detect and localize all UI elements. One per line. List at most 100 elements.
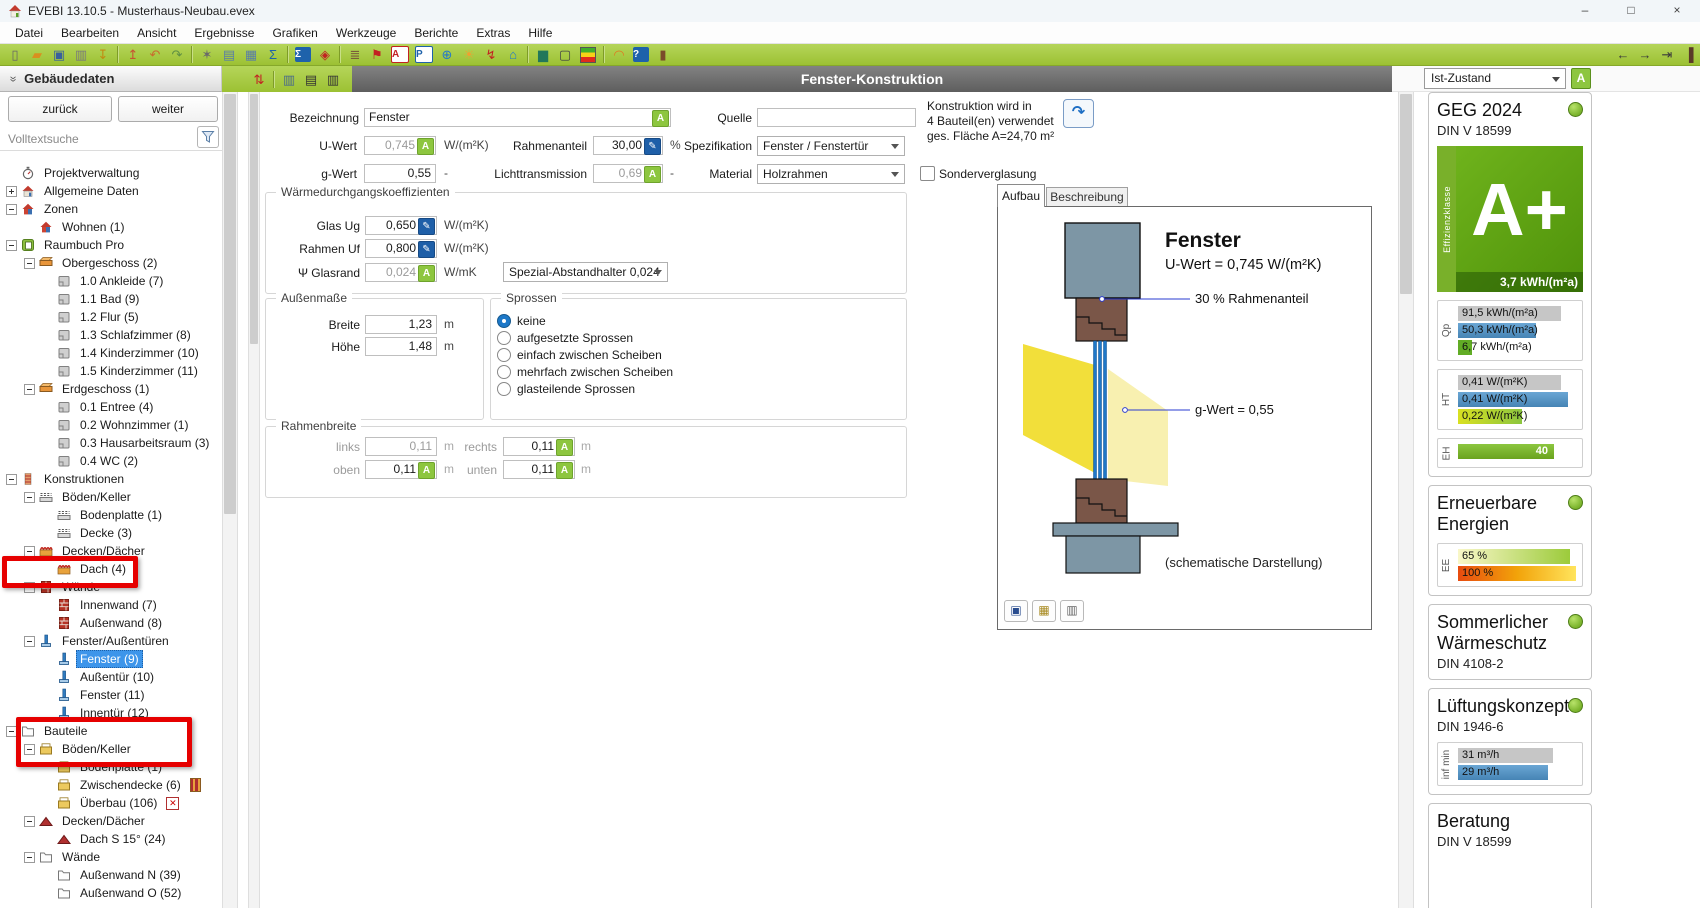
- sprossen-option-einfach-zwischen-scheiben[interactable]: einfach zwischen Scheiben: [491, 346, 906, 363]
- globe-icon[interactable]: ⊕: [436, 45, 458, 64]
- tree-item-1-1-bad-9[interactable]: 1.1 Bad (9): [0, 290, 222, 308]
- tree-item-raumbuch-pro[interactable]: Raumbuch Pro: [0, 236, 222, 254]
- copy-clipboard-button[interactable]: ▦: [1032, 600, 1056, 622]
- tree-item-erdgeschoss-1[interactable]: Erdgeschoss (1): [0, 380, 222, 398]
- tree-item-label[interactable]: Böden/Keller: [58, 740, 135, 758]
- tree-item-label[interactable]: Überbau (106): [76, 794, 161, 812]
- statistics-icon[interactable]: ▆: [532, 45, 554, 64]
- tree-item-label[interactable]: Bodenplatte (1): [76, 506, 166, 524]
- tree-item-label[interactable]: Erdgeschoss (1): [58, 380, 153, 398]
- auto-badge-icon[interactable]: A: [556, 462, 573, 479]
- tree-item-innenwand-7[interactable]: Innenwand (7): [0, 596, 222, 614]
- next-button[interactable]: weiter: [118, 96, 218, 122]
- tree-item-decken-dächer[interactable]: Decken/Dächer: [0, 542, 222, 560]
- door-icon[interactable]: ▮: [652, 45, 674, 64]
- tree-item-wände[interactable]: Wände: [0, 578, 222, 596]
- tree-item-label[interactable]: Decken/Dächer: [58, 812, 149, 830]
- tree-item-böden-keller[interactable]: Böden/Keller: [0, 488, 222, 506]
- table-icon[interactable]: ▦: [240, 45, 262, 64]
- areas-icon[interactable]: A: [391, 46, 409, 63]
- lightning-icon[interactable]: ↯: [480, 45, 502, 64]
- tree-item-label[interactable]: Innenwand (7): [76, 596, 161, 614]
- collapse-icon[interactable]: [24, 492, 35, 503]
- report-icon[interactable]: ▤: [218, 45, 240, 64]
- collapse-icon[interactable]: [24, 258, 35, 269]
- collapse-icon[interactable]: [24, 582, 35, 593]
- tree-item-label[interactable]: Obergeschoss (2): [58, 254, 161, 272]
- menu-ergebnisse[interactable]: Ergebnisse: [185, 22, 263, 44]
- menu-ansicht[interactable]: Ansicht: [128, 22, 185, 44]
- form-scrollbar[interactable]: [248, 92, 260, 908]
- collapse-icon[interactable]: [24, 852, 35, 863]
- tree-item-1-3-schlafzimmer-8[interactable]: 1.3 Schlafzimmer (8): [0, 326, 222, 344]
- auto-badge-icon[interactable]: A: [417, 138, 434, 155]
- tree-item-label[interactable]: Projektverwaltung: [40, 164, 143, 182]
- tree-item-wohnen-1[interactable]: Wohnen (1): [0, 218, 222, 236]
- redo-icon[interactable]: ↷: [166, 45, 188, 64]
- tree-item-label[interactable]: Fenster (9): [76, 650, 143, 668]
- tree-item-label[interactable]: 1.5 Kinderzimmer (11): [76, 362, 202, 380]
- tree-item-wände[interactable]: Wände: [0, 848, 222, 866]
- tree-item-zwischendecke-6[interactable]: Zwischendecke (6): [0, 776, 222, 794]
- tree-item-0-4-wc-2[interactable]: 0.4 WC (2): [0, 452, 222, 470]
- collapse-icon[interactable]: [6, 204, 17, 215]
- copy-construction-icon[interactable]: ▥: [278, 70, 300, 89]
- tree-item-label[interactable]: 0.1 Entree (4): [76, 398, 157, 416]
- sun-icon[interactable]: ☀: [458, 45, 480, 64]
- sonderverglasung-checkbox[interactable]: [920, 166, 935, 181]
- tree-item-1-4-kinderzimmer-10[interactable]: 1.4 Kinderzimmer (10): [0, 344, 222, 362]
- collapse-icon[interactable]: [24, 744, 35, 755]
- sidebar-scrollbar[interactable]: [222, 92, 238, 908]
- tree-item-label[interactable]: Raumbuch Pro: [40, 236, 128, 254]
- sum-alt-icon[interactable]: Σ: [295, 47, 311, 62]
- sprossen-option-glasteilende-sprossen[interactable]: glasteilende Sprossen: [491, 380, 906, 397]
- tree-item-innentür-12[interactable]: Innentür (12): [0, 704, 222, 722]
- save-image-button[interactable]: ▣: [1004, 600, 1028, 622]
- tree-item-projektverwaltung[interactable]: Projektverwaltung: [0, 164, 222, 182]
- tree-item-label[interactable]: Böden/Keller: [58, 488, 135, 506]
- new-file-icon[interactable]: ▯: [4, 45, 26, 64]
- copy-icon[interactable]: ▥: [70, 45, 92, 64]
- tree-item-label[interactable]: Decken/Dächer: [58, 542, 149, 560]
- rechts-input[interactable]: 0,11 A: [503, 437, 575, 456]
- forward-icon[interactable]: →: [1634, 45, 1656, 64]
- tree-item-fenster-11[interactable]: Fenster (11): [0, 686, 222, 704]
- menu-hilfe[interactable]: Hilfe: [519, 22, 561, 44]
- house-economy-icon[interactable]: ⌂: [502, 45, 524, 64]
- tree-item-label[interactable]: Außenwand N (39): [76, 866, 185, 884]
- tree-item-label[interactable]: 1.2 Flur (5): [76, 308, 143, 326]
- menu-bearbeiten[interactable]: Bearbeiten: [52, 22, 128, 44]
- print-list-icon[interactable]: ▤: [300, 70, 322, 89]
- flag-icon[interactable]: ⚑: [366, 45, 388, 64]
- breite-input[interactable]: 1,23: [365, 315, 437, 334]
- auto-badge-icon[interactable]: A: [418, 265, 435, 282]
- main-scrollbar[interactable]: [1398, 92, 1414, 908]
- plan-icon[interactable]: P: [415, 46, 433, 63]
- sprossen-option-mehrfach-zwischen-scheiben[interactable]: mehrfach zwischen Scheiben: [491, 363, 906, 380]
- tree-item-label[interactable]: 0.4 WC (2): [76, 452, 142, 470]
- tree-item-bauteile[interactable]: Bauteile: [0, 722, 222, 740]
- tree-item-label[interactable]: Decke (3): [76, 524, 136, 542]
- tab-beschreibung[interactable]: Beschreibung: [1046, 187, 1128, 207]
- sprossen-option-keine[interactable]: keine: [491, 312, 906, 329]
- back-button[interactable]: zurück: [8, 96, 112, 122]
- tab-aufbau[interactable]: Aufbau: [997, 184, 1045, 207]
- tree-item-label[interactable]: Zwischendecke (6): [76, 776, 185, 794]
- tree-item-bodenplatte-1[interactable]: Bodenplatte (1): [0, 758, 222, 776]
- tree-item-label[interactable]: Wohnen (1): [58, 218, 128, 236]
- abstandhalter-select[interactable]: Spezial-Abstandhalter 0,024: [503, 262, 668, 282]
- sidebar-header[interactable]: » Gebäudedaten: [0, 66, 222, 92]
- tree-item-0-3-hausarbeitsraum-3[interactable]: 0.3 Hausarbeitsraum (3): [0, 434, 222, 452]
- undo-icon[interactable]: ↶: [144, 45, 166, 64]
- close-button[interactable]: ×: [1654, 0, 1700, 22]
- tree-item-label[interactable]: Außenwand O (52): [76, 884, 185, 902]
- tree-item-dach-s-15-24[interactable]: Dach S 15° (24): [0, 830, 222, 848]
- main-scroll-thumb[interactable]: [1400, 94, 1412, 294]
- collapse-icon[interactable]: [24, 816, 35, 827]
- glasrand-input[interactable]: 0,024 A: [365, 263, 437, 282]
- goto-bauteile-button[interactable]: ↷: [1063, 99, 1094, 128]
- tree-item-label[interactable]: Wände: [58, 848, 104, 866]
- rahmen-uf-input[interactable]: 0,800 ✎: [365, 239, 437, 258]
- tree-item-label[interactable]: Dach S 15° (24): [76, 830, 170, 848]
- edit-badge-icon[interactable]: ✎: [418, 241, 435, 258]
